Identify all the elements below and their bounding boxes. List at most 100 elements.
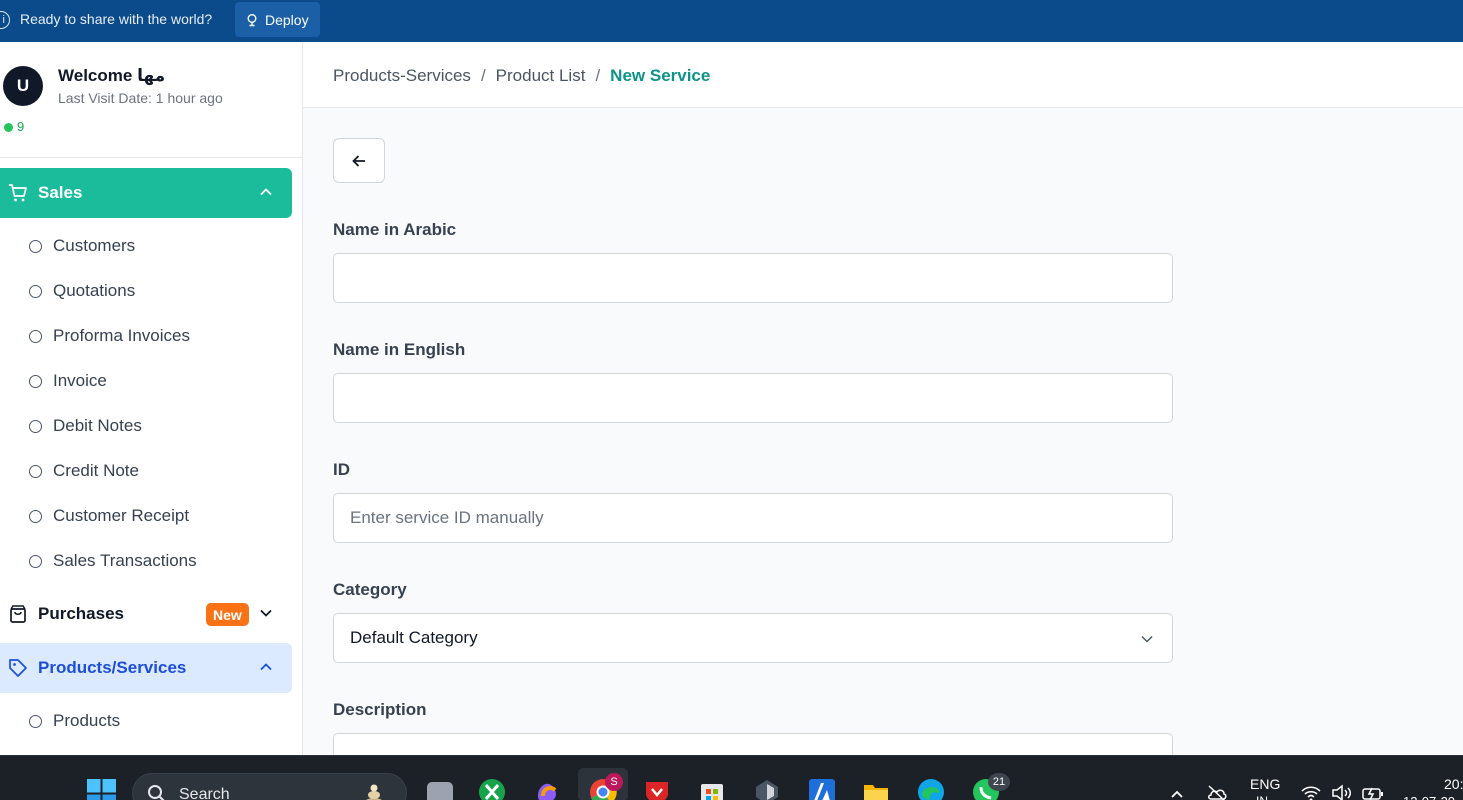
chrome-profile-badge: S: [605, 773, 623, 791]
chevron-up-icon[interactable]: [258, 184, 274, 200]
cloud-offline-icon[interactable]: [1206, 784, 1228, 800]
taskbar-search[interactable]: Search: [132, 773, 407, 800]
cart-icon: [9, 184, 27, 202]
circle-icon: [29, 419, 42, 433]
security-app-icon[interactable]: [643, 778, 671, 800]
breadcrumb-item-product-list[interactable]: Product List: [496, 66, 586, 86]
breadcrumb: Products-Services / Product List / New S…: [333, 66, 710, 86]
last-visit-text: Last Visit Date: 1 hour ago: [58, 90, 223, 106]
whatsapp-count-badge: 21: [988, 773, 1010, 791]
deploy-button[interactable]: Deploy: [235, 2, 320, 37]
category-select[interactable]: Default Category: [333, 613, 1173, 663]
circle-icon: [29, 509, 42, 523]
sidebar-item-products[interactable]: Products: [0, 703, 292, 739]
category-label: Category: [333, 580, 407, 599]
xbox-icon[interactable]: [478, 778, 506, 800]
online-count: 9: [17, 119, 25, 134]
battery-icon[interactable]: [1362, 784, 1384, 800]
sidebar-item-label: Customer Receipt: [53, 506, 190, 525]
name-arabic-input[interactable]: [333, 253, 1173, 303]
sidebar-group-label: Purchases: [38, 604, 124, 623]
azure-icon[interactable]: [808, 778, 836, 800]
chevron-up-icon[interactable]: [1169, 786, 1185, 800]
deploy-banner: i Ready to share with the world? Deploy: [0, 0, 1463, 42]
shopping-bag-icon: [10, 605, 26, 623]
taskbar: Search S 21 ENG IN 20: 12-07-20: [0, 755, 1463, 800]
welcome-text: Welcome مها: [58, 66, 166, 85]
deploy-label: Deploy: [265, 11, 309, 28]
breadcrumb-separator: /: [480, 66, 486, 85]
shield-app-icon[interactable]: [753, 778, 781, 800]
sidebar-item-invoice[interactable]: Invoice: [0, 363, 292, 399]
main-content: Name in Arabic Name in English ID Enter …: [303, 108, 1463, 755]
id-input[interactable]: Enter service ID manually: [333, 493, 1173, 543]
arrow-left-icon: [352, 154, 365, 167]
sidebar-item-proforma-invoices[interactable]: Proforma Invoices: [0, 318, 292, 354]
category-selected-value: Default Category: [350, 628, 478, 647]
edge-icon[interactable]: [917, 778, 945, 800]
windows-start-icon[interactable]: [87, 779, 116, 800]
search-highlight-icon: [366, 784, 382, 800]
sidebar-item-credit-note[interactable]: Credit Note: [0, 453, 292, 489]
sidebar-item-label: Quotations: [53, 281, 136, 300]
search-icon: [148, 785, 165, 800]
banner-message: Ready to share with the world?: [20, 11, 213, 27]
sidebar-item-customer-receipt[interactable]: Customer Receipt: [0, 498, 292, 534]
sidebar-group-purchases[interactable]: Purchases New: [0, 589, 292, 639]
circle-icon: [29, 554, 42, 568]
name-arabic-label: Name in Arabic: [333, 220, 457, 239]
circle-icon: [29, 714, 42, 728]
avatar[interactable]: U: [3, 66, 43, 106]
sidebar-item-label: Debit Notes: [53, 416, 142, 435]
user-panel: U Welcome مها Last Visit Date: 1 hour ag…: [0, 42, 302, 158]
language-indicator[interactable]: ENG: [1250, 776, 1280, 792]
name-english-input[interactable]: [333, 373, 1173, 423]
description-textarea[interactable]: [333, 733, 1173, 755]
description-label: Description: [333, 700, 427, 719]
name-english-label: Name in English: [333, 340, 466, 359]
id-label: ID: [333, 460, 350, 479]
sidebar-item-label: Credit Note: [53, 461, 139, 480]
tag-icon: [9, 659, 27, 677]
sidebar-group-sales[interactable]: Sales: [0, 168, 292, 218]
chevron-up-icon[interactable]: [258, 659, 274, 675]
volume-icon[interactable]: [1331, 784, 1353, 800]
sidebar: U Welcome مها Last Visit Date: 1 hour ag…: [0, 42, 303, 755]
circle-icon: [29, 239, 42, 253]
breadcrumb-item-new-service: New Service: [610, 66, 711, 85]
chevron-down-icon: [1141, 635, 1153, 643]
sidebar-item-label: Proforma Invoices: [53, 326, 190, 345]
info-icon: i: [0, 11, 10, 29]
clock-time[interactable]: 20:: [1444, 776, 1463, 792]
sidebar-group-products-services[interactable]: Products/Services: [0, 643, 292, 693]
back-button[interactable]: [333, 138, 385, 183]
circle-icon: [29, 284, 42, 298]
sidebar-item-sales-transactions[interactable]: Sales Transactions: [0, 543, 292, 579]
copilot-icon[interactable]: [533, 778, 561, 800]
language-region: IN: [1256, 794, 1268, 800]
breadcrumb-separator: /: [595, 66, 601, 85]
chevron-down-icon[interactable]: [258, 605, 274, 621]
taskbar-search-label: Search: [179, 786, 230, 800]
clock-date: 12-07-20: [1403, 794, 1455, 800]
online-status-dot: [4, 123, 13, 132]
sidebar-item-label: Sales Transactions: [53, 551, 197, 570]
breadcrumb-bar: Products-Services / Product List / New S…: [303, 42, 1463, 108]
sidebar-item-label: Invoice: [53, 371, 107, 390]
microsoft-store-icon[interactable]: [698, 778, 726, 800]
sidebar-item-label: Customers: [53, 236, 136, 255]
circle-icon: [29, 464, 42, 478]
new-badge: New: [206, 603, 249, 626]
sidebar-item-quotations[interactable]: Quotations: [0, 273, 292, 309]
sidebar-item-debit-notes[interactable]: Debit Notes: [0, 408, 292, 444]
sidebar-group-label: Products/Services: [38, 658, 187, 677]
file-explorer-task-icon[interactable]: [427, 782, 453, 800]
circle-icon: [29, 329, 42, 343]
breadcrumb-item-products-services[interactable]: Products-Services: [333, 66, 471, 86]
deploy-icon: [247, 13, 257, 26]
circle-icon: [29, 374, 42, 388]
sidebar-item-customers[interactable]: Customers: [0, 228, 292, 264]
folder-icon[interactable]: [862, 778, 890, 800]
wifi-icon[interactable]: [1300, 784, 1322, 800]
sidebar-item-label: Products: [53, 711, 121, 730]
